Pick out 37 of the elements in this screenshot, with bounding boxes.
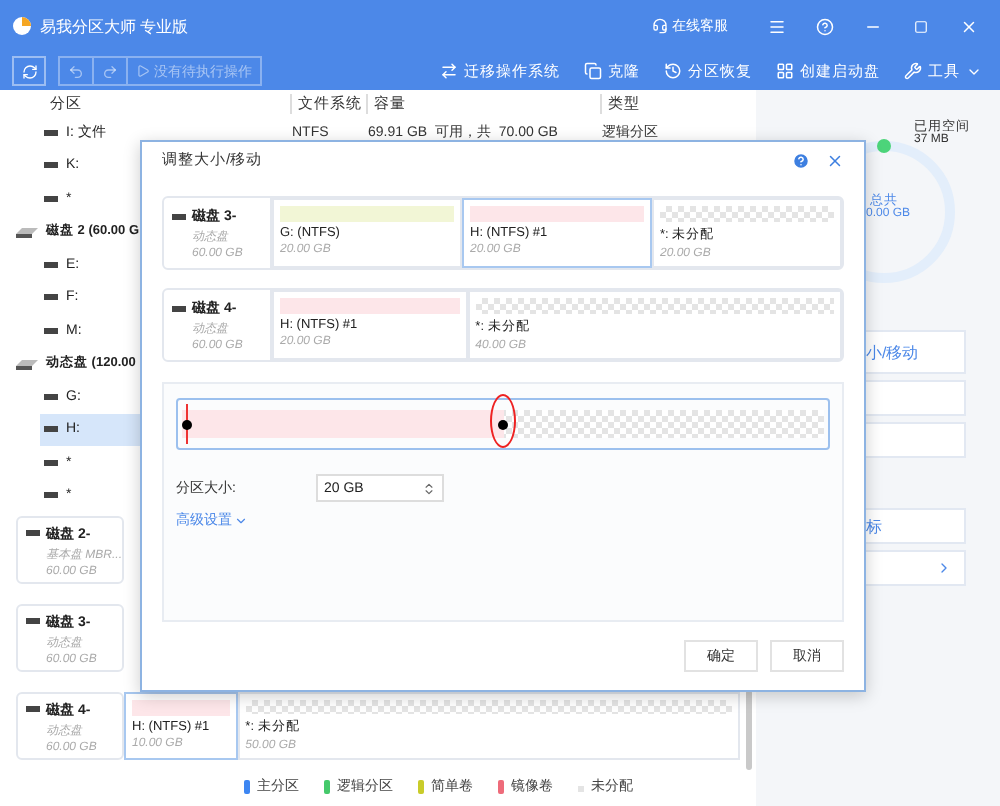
caret-icon (234, 513, 248, 527)
history-icon (664, 62, 682, 80)
drive-icon (44, 327, 58, 334)
headset-icon (652, 18, 668, 34)
drive-icon (44, 426, 58, 433)
refresh-button[interactable] (12, 56, 46, 86)
refresh-icon (21, 63, 37, 79)
drive-icon (26, 706, 40, 712)
redo-icon (102, 63, 118, 79)
grid-icon (776, 62, 794, 80)
drive-icon (44, 459, 58, 466)
drive-icon (44, 162, 58, 169)
app-logo-icon (12, 16, 32, 36)
window-title: 易我分区大师 专业版 (40, 15, 191, 37)
end-handle[interactable] (498, 419, 508, 429)
drive-icon (44, 294, 58, 301)
scrollbar[interactable] (746, 690, 752, 770)
help-icon[interactable] (792, 151, 810, 169)
play-icon (136, 64, 150, 78)
arrows-icon (440, 62, 458, 80)
wrench-icon (904, 62, 922, 80)
drive-icon (172, 213, 186, 219)
chevron-right-icon (936, 560, 952, 576)
drive-icon (172, 305, 186, 311)
drive-icon (44, 261, 58, 268)
spinner-icon[interactable] (422, 481, 436, 495)
drive-icon (26, 618, 40, 624)
undo-icon (68, 63, 84, 79)
drive-icon (44, 492, 58, 499)
drive-icon (44, 129, 58, 136)
drive-icon (26, 530, 40, 536)
drive-icon (44, 393, 58, 400)
copy-icon (584, 62, 602, 80)
drive-icon (44, 195, 58, 202)
close-icon[interactable] (826, 151, 844, 169)
start-handle[interactable] (181, 419, 191, 429)
resize-slider[interactable] (176, 398, 830, 450)
